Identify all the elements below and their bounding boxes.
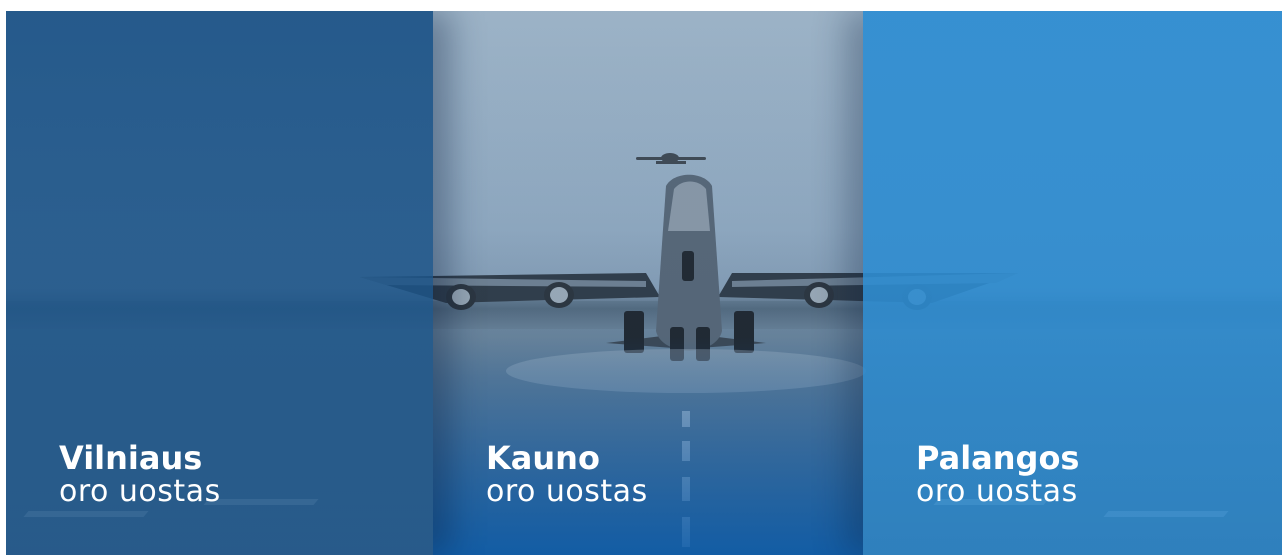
airport-card-kaunas[interactable]: Kauno oro uostas	[433, 11, 863, 555]
airport-card-vilnius[interactable]: Vilniaus oro uostas	[6, 11, 433, 555]
airport-name: Kauno	[486, 439, 600, 477]
airport-selector-banner: Vilniaus oro uostas Kauno oro uostas Pal…	[6, 11, 1282, 555]
airport-name: Vilniaus	[59, 439, 203, 477]
airport-subtitle: oro uostas	[916, 474, 1078, 509]
airport-subtitle: oro uostas	[59, 474, 221, 509]
airport-name: Palangos	[916, 439, 1080, 477]
airport-label: Palangos oro uostas	[916, 441, 1079, 509]
airport-label: Kauno oro uostas	[486, 441, 648, 509]
airport-card-palanga[interactable]: Palangos oro uostas	[863, 11, 1282, 555]
airport-subtitle: oro uostas	[486, 474, 648, 509]
airport-label: Vilniaus oro uostas	[59, 441, 221, 509]
